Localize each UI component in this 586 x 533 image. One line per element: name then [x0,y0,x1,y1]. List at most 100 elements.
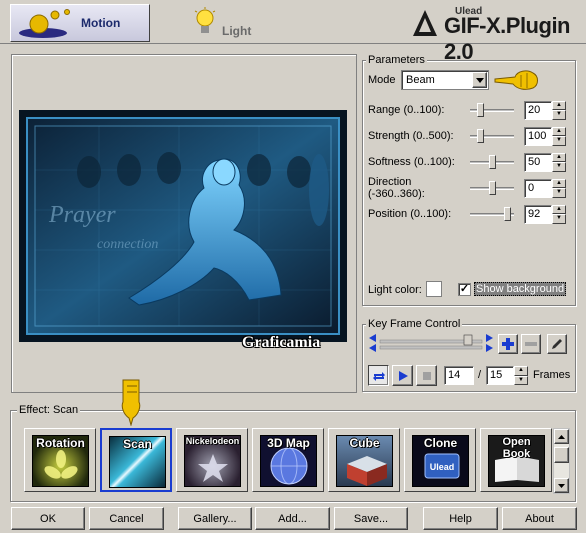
position-label: Position (0..100): [368,208,452,220]
chevron-down-icon [475,77,484,83]
softness-value[interactable]: 50 [524,152,552,172]
help-button[interactable]: Help [423,507,498,530]
strength-label: Strength (0..500): [368,130,454,142]
stop-button[interactable] [416,365,437,386]
spin-up-icon[interactable]: ▲ [552,126,566,136]
spin-down-icon[interactable]: ▼ [552,162,566,172]
direction-label: Direction (-360..360): [368,176,425,200]
nickelodeon-thumbnail: Nickelodeon [184,435,241,487]
spin-up-icon[interactable]: ▲ [552,178,566,188]
parameters-title: Parameters [366,54,427,66]
spin-down-icon[interactable]: ▼ [552,110,566,120]
total-frames-field[interactable]: 15 [486,366,514,385]
spin-up-icon[interactable]: ▲ [552,152,566,162]
effect-rotation[interactable]: Rotation [24,428,96,492]
range-spinner[interactable]: ▲ ▼ [552,100,566,120]
slider-thumb[interactable] [504,207,511,221]
spin-down-icon[interactable]: ▼ [514,375,528,385]
mode-select[interactable]: Beam [401,70,489,90]
effect-3d-map[interactable]: 3D Map [252,428,324,492]
scroll-up-button[interactable] [554,429,569,444]
spin-up-icon[interactable]: ▲ [552,100,566,110]
slider-thumb[interactable] [477,129,484,143]
light-color-swatch[interactable] [426,281,442,297]
current-frame-field[interactable]: 14 [444,366,474,385]
softness-spinner[interactable]: ▲ ▼ [552,152,566,172]
preview-image: Prayer connection [19,110,347,342]
cancel-button[interactable]: Cancel [89,507,164,530]
preview-watermark: Graficamia [242,334,321,351]
ok-button[interactable]: OK [11,507,85,530]
param-row-strength: Strength (0..500): 100 ▲ ▼ [368,126,566,146]
direction-spinner[interactable]: ▲ ▼ [552,178,566,198]
edit-keyframe-button[interactable] [547,334,567,354]
tab-motion[interactable]: Motion [10,4,150,42]
total-frames-spinner[interactable]: ▲ ▼ [514,366,528,385]
mode-label: Mode [368,74,396,86]
slider-thumb[interactable] [489,155,496,169]
range-slider[interactable] [470,101,514,119]
loop-icon [372,371,385,381]
mode-value: Beam [406,74,435,86]
pencil-icon [552,339,562,349]
add-keyframe-button[interactable] [498,334,518,354]
timeline-range-slider[interactable] [368,332,494,356]
effect-cube[interactable]: Cube [328,428,400,492]
softness-label: Softness (0..100): [368,156,455,168]
effect-clone[interactable]: Ulead Clone [404,428,476,492]
keyframe-timeline[interactable] [368,332,494,356]
3d-map-thumbnail: 3D Map [260,435,317,487]
rotation-thumbnail: Rotation [32,435,89,487]
slider-thumb[interactable] [477,103,484,117]
mode-dropdown-button[interactable] [472,72,487,88]
play-button[interactable] [392,365,413,386]
effect-nickelodeon[interactable]: Nickelodeon [176,428,248,492]
arrow-up-icon [558,434,565,439]
save-button[interactable]: Save... [334,507,408,530]
position-spinner[interactable]: ▲ ▼ [552,204,566,224]
open-book-thumbnail: Open Book [488,435,545,487]
about-button[interactable]: About [502,507,577,530]
direction-value[interactable]: 0 [524,178,552,198]
brand-logo: Ulead GIF-X.Plugin 2.0 [410,6,580,64]
spin-down-icon[interactable]: ▼ [552,188,566,198]
loop-button[interactable] [368,365,389,386]
slider-thumb[interactable] [489,181,496,195]
keyframe-title: Key Frame Control [366,318,463,330]
gallery-button[interactable]: Gallery... [178,507,252,530]
range-value[interactable]: 20 [524,100,552,120]
spin-down-icon[interactable]: ▼ [552,214,566,224]
position-value[interactable]: 92 [524,204,552,224]
strength-value[interactable]: 100 [524,126,552,146]
tab-light[interactable]: Light [180,4,290,42]
param-row-softness: Softness (0..100): 50 ▲ ▼ [368,152,566,172]
add-button[interactable]: Add... [255,507,330,530]
strength-slider[interactable] [470,127,514,145]
effect-open-book[interactable]: Open Book [480,428,552,492]
art-text-prayer: Prayer [48,202,116,228]
effects-scrollbar[interactable] [553,428,570,494]
param-row-direction: Direction (-360..360): 0 ▲ ▼ [368,176,566,200]
scroll-down-button[interactable] [554,478,569,493]
direction-slider[interactable] [470,179,514,197]
remove-keyframe-button[interactable] [521,334,541,354]
spin-up-icon[interactable]: ▲ [552,204,566,214]
minus-icon [525,342,537,346]
spin-up-icon[interactable]: ▲ [514,366,528,376]
show-background-checkbox[interactable]: ✓ [458,283,471,296]
rotation-label: Rotation [36,436,85,450]
motion-icon [19,9,70,38]
cube-label: Cube [349,436,380,450]
effect-scan[interactable]: Scan [100,428,172,492]
spin-down-icon[interactable]: ▼ [552,136,566,146]
position-slider[interactable] [470,205,514,223]
softness-slider[interactable] [470,153,514,171]
art-text-connection: connection [97,237,158,252]
scroll-thumb[interactable] [554,447,569,463]
strength-spinner[interactable]: ▲ ▼ [552,126,566,146]
plus-icon [502,338,514,350]
param-row-range: Range (0..100): 20 ▲ ▼ [368,100,566,120]
scan-label: Scan [123,437,152,451]
show-background-label[interactable]: Show background [474,282,567,296]
hand-pointer-down-icon [121,379,141,426]
